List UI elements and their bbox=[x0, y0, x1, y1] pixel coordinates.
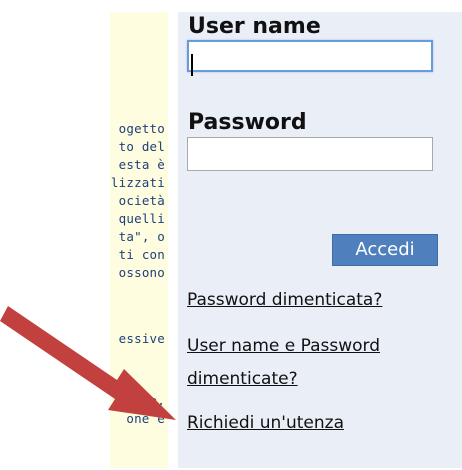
forgot-both-link-line-2[interactable]: dimenticate? bbox=[187, 365, 298, 393]
forgot-both-link-line-1[interactable]: User name e Password bbox=[187, 332, 380, 360]
request-account-link[interactable]: Richiedi un'utenza bbox=[187, 409, 344, 437]
text-fragment: ta", o bbox=[118, 229, 165, 244]
text-fragment: ogetto bbox=[118, 121, 165, 136]
text-fragment: ive, bbox=[134, 393, 165, 408]
username-label: User name bbox=[188, 14, 321, 39]
username-input[interactable] bbox=[187, 40, 433, 72]
password-input[interactable] bbox=[187, 137, 433, 171]
panel-divider bbox=[168, 12, 178, 468]
text-fragment: ossono bbox=[118, 265, 165, 280]
text-fragment: lizzati bbox=[110, 175, 165, 190]
text-fragment: to del bbox=[118, 139, 165, 154]
text-caret bbox=[191, 54, 193, 76]
login-button[interactable]: Accedi bbox=[332, 234, 438, 266]
password-label: Password bbox=[188, 110, 307, 135]
text-fragment: ocietà bbox=[118, 193, 165, 208]
text-fragment: one e bbox=[126, 411, 165, 426]
text-fragment: esta è bbox=[118, 157, 165, 172]
text-fragment: ti con bbox=[118, 247, 165, 262]
left-content-panel: ogetto to del esta è lizzati ocietà quel… bbox=[110, 12, 168, 468]
text-fragment: essive bbox=[118, 331, 165, 346]
login-panel: User name Password Accedi Password dimen… bbox=[178, 12, 462, 468]
forgot-password-link[interactable]: Password dimenticata? bbox=[187, 286, 382, 314]
text-fragment: quelli bbox=[118, 211, 165, 226]
